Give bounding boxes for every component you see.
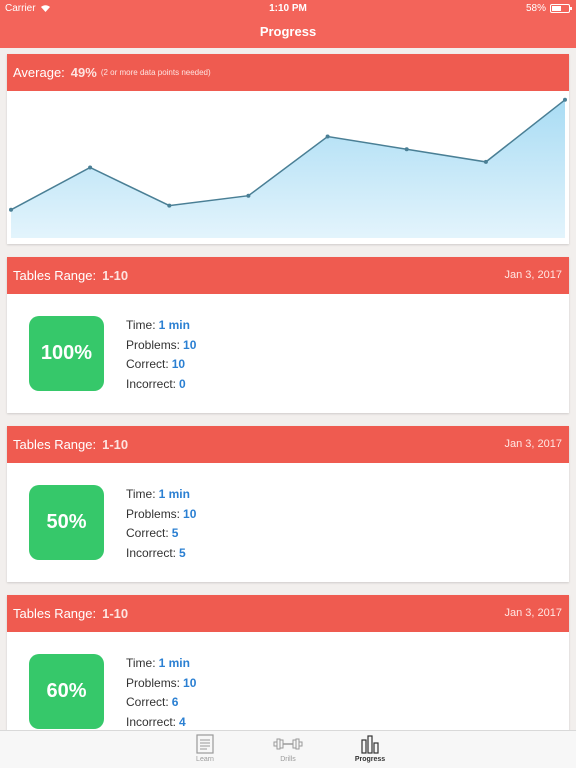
problems-label: Problems: xyxy=(126,337,181,352)
correct-value: 6 xyxy=(171,695,179,709)
session-stats: Time: 1 min Problems: 10 Correct: 6 Incorre… xyxy=(126,654,196,730)
incorrect-value: 5 xyxy=(179,545,186,560)
problems-row: Problems: 10 xyxy=(126,505,196,525)
score-badge: 100% xyxy=(29,316,104,391)
problems-value: 10 xyxy=(183,675,197,690)
session-date: Jan 3, 2017 xyxy=(504,607,563,619)
chart-point xyxy=(246,193,251,198)
correct-label: Correct: xyxy=(126,526,169,540)
tab-progress[interactable]: Progress xyxy=(340,734,400,763)
range-value: 1-10 xyxy=(102,268,129,283)
incorrect-label: Incorrect: xyxy=(126,376,177,391)
correct-label: Correct: xyxy=(126,695,169,709)
session-stats: Time: 1 min Problems: 10 Correct: 10 Incorr… xyxy=(126,316,196,394)
problems-row: Problems: 10 xyxy=(126,336,196,356)
session-header: Tables Range: 1-10 Jan 3, 2017 xyxy=(7,257,569,294)
incorrect-value: 0 xyxy=(179,376,186,391)
tab-drills[interactable]: Drills xyxy=(258,734,318,763)
status-bar: Carrier 1:10 PM 58% xyxy=(0,0,576,16)
correct-label: Correct: xyxy=(126,357,169,371)
chart-point xyxy=(483,159,488,164)
problems-value: 10 xyxy=(183,506,197,521)
status-time: 1:10 PM xyxy=(269,3,307,14)
bar-chart-icon xyxy=(361,735,379,754)
progress-chart xyxy=(9,97,567,238)
time-label: Time: xyxy=(126,656,156,670)
time-row: Time: 1 min xyxy=(126,485,196,505)
chart-point xyxy=(404,147,409,152)
average-header: Average: 49% (2 or more data points need… xyxy=(7,54,569,91)
book-icon xyxy=(196,734,214,754)
range-value: 1-10 xyxy=(102,437,129,452)
incorrect-label: Incorrect: xyxy=(126,545,177,560)
problems-label: Problems: xyxy=(126,506,181,521)
average-value: 49% xyxy=(70,65,97,80)
correct-value: 10 xyxy=(171,357,186,371)
correct-row: Correct: 6 xyxy=(126,693,196,713)
average-note: (2 or more data points needed) xyxy=(100,68,211,77)
correct-row: Correct: 5 xyxy=(126,524,196,544)
time-value: 1 min xyxy=(158,318,190,332)
range-label: Tables Range: xyxy=(13,268,97,283)
chart-point xyxy=(563,97,567,102)
problems-value: 10 xyxy=(183,337,197,352)
session-date: Jan 3, 2017 xyxy=(504,438,563,450)
progress-scroll-view[interactable]: Average: 49% (2 or more data points need… xyxy=(0,48,576,730)
battery-percent: 58% xyxy=(525,3,546,14)
score-badge: 50% xyxy=(29,485,104,560)
time-value: 1 min xyxy=(158,656,190,670)
correct-value: 5 xyxy=(171,526,179,540)
chart-point xyxy=(9,207,13,212)
average-label: Average: xyxy=(13,65,65,80)
tab-bar: Learn Drills Progress xyxy=(0,730,576,768)
correct-row: Correct: 10 xyxy=(126,355,196,375)
session-card: Tables Range: 1-10 Jan 3, 2017 50% Time:… xyxy=(7,426,569,582)
incorrect-row: Incorrect: 5 xyxy=(126,544,196,564)
range-label: Tables Range: xyxy=(13,437,97,452)
tab-label: Learn xyxy=(196,756,214,763)
chart-point xyxy=(88,165,93,170)
page-title: Progress xyxy=(259,24,317,39)
chart-point xyxy=(167,203,172,208)
incorrect-row: Incorrect: 0 xyxy=(126,375,196,395)
incorrect-label: Incorrect: xyxy=(126,714,177,729)
time-row: Time: 1 min xyxy=(126,654,196,674)
battery-icon xyxy=(550,4,572,13)
range-value: 1-10 xyxy=(102,606,129,621)
score-badge: 60% xyxy=(29,654,104,729)
time-row: Time: 1 min xyxy=(126,316,196,336)
session-card: Tables Range: 1-10 Jan 3, 2017 100% Time… xyxy=(7,257,569,413)
range-label: Tables Range: xyxy=(13,606,97,621)
session-card: Tables Range: 1-10 Jan 3, 2017 60% Time:… xyxy=(7,595,569,730)
average-chart-card: Average: 49% (2 or more data points need… xyxy=(7,54,569,244)
dumbbell-icon xyxy=(273,738,303,750)
tab-label: Progress xyxy=(354,756,386,763)
problems-label: Problems: xyxy=(126,675,181,690)
time-value: 1 min xyxy=(158,487,190,501)
time-label: Time: xyxy=(126,487,156,501)
battery-indicator: 58% xyxy=(525,3,572,14)
incorrect-row: Incorrect: 4 xyxy=(126,713,196,731)
session-header: Tables Range: 1-10 Jan 3, 2017 xyxy=(7,595,569,632)
tab-learn[interactable]: Learn xyxy=(175,734,235,763)
session-stats: Time: 1 min Problems: 10 Correct: 5 Incorre… xyxy=(126,485,196,563)
incorrect-value: 4 xyxy=(179,714,186,729)
session-date: Jan 3, 2017 xyxy=(504,269,563,281)
time-label: Time: xyxy=(126,318,156,332)
tab-label: Drills xyxy=(280,756,296,763)
chart-point xyxy=(325,134,330,139)
session-header: Tables Range: 1-10 Jan 3, 2017 xyxy=(7,426,569,463)
problems-row: Problems: 10 xyxy=(126,674,196,694)
nav-bar: Progress xyxy=(0,16,576,48)
